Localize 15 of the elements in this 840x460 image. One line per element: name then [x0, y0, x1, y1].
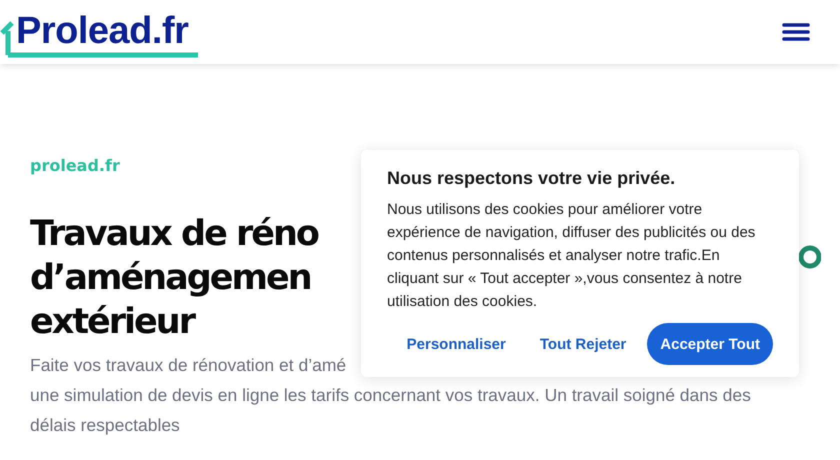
- ring-icon: [797, 244, 821, 270]
- dialog-text: Nous utilisons des cookies pour améliorer votre expérience de navigation, diffuser des publicités ou des contenus personnalisés et analyser notre trafic.En cliquant sur « Tout accepter »,vous consentez à notre utilisation des cookies.: [387, 200, 756, 312]
- logo[interactable]: Prolead.fr: [0, 9, 188, 53]
- site-name: prolead.fr: [30, 156, 120, 176]
- description-text: une simulation de devis en ligne les tarifs concernant vos travaux. Un travail soigné dans des: [30, 384, 751, 407]
- link-button[interactable]: Personnaliser: [394, 323, 519, 365]
- dialog-title: Nous respectons votre vie privée.: [387, 167, 676, 190]
- page-heading: Travaux de réno: [30, 213, 318, 256]
- page-heading: d’aménagemen: [30, 257, 311, 300]
- description-text: délais respectables: [30, 414, 180, 437]
- menu-icon[interactable]: [782, 21, 810, 43]
- description-text: Faite vos travaux de rénovation et d’amé: [30, 354, 346, 377]
- accept-button[interactable]: Accepter Tout: [647, 323, 773, 365]
- link-button[interactable]: Tout Rejeter: [526, 323, 640, 365]
- page-heading: extérieur: [30, 301, 194, 344]
